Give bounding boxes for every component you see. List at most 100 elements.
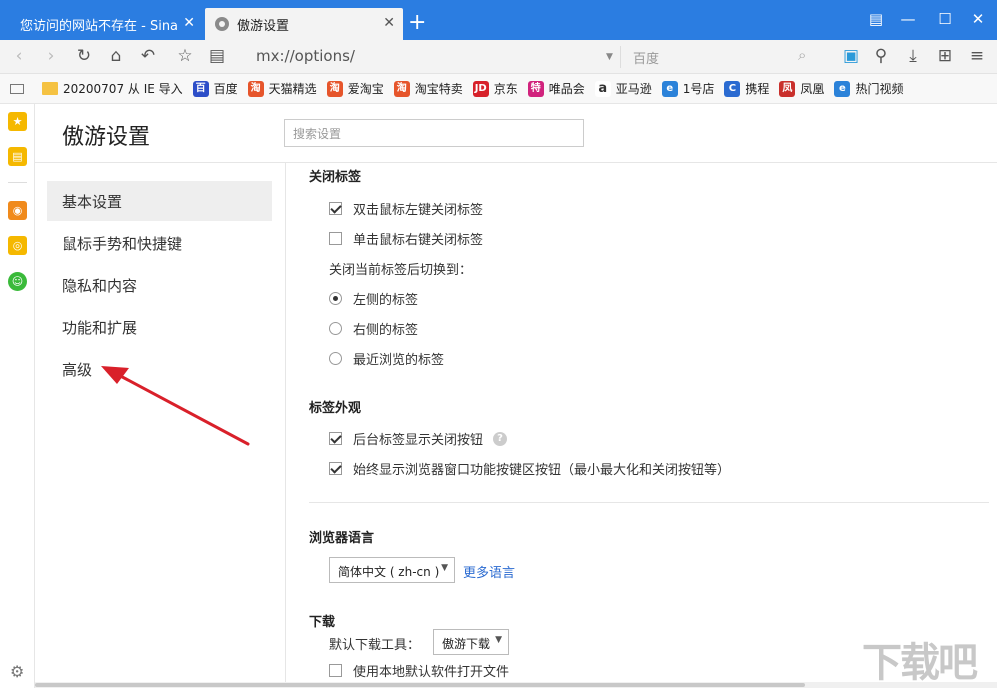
download-tool-select[interactable]: 傲游下载 ▼: [433, 629, 509, 655]
menu-item-basic[interactable]: 基本设置: [47, 181, 272, 221]
back-icon[interactable]: ‹: [8, 46, 30, 66]
bookmark-label: 凤凰: [800, 82, 825, 96]
translate-icon[interactable]: ⚲: [870, 46, 892, 66]
divider: [8, 182, 27, 183]
option-right-click-close[interactable]: 单击鼠标右键关闭标签: [329, 229, 483, 248]
tab-settings[interactable]: 傲游设置 ✕: [205, 8, 403, 40]
smiley-icon[interactable]: ☺: [8, 272, 27, 291]
menu-item-mouse-gestures[interactable]: 鼠标手势和快捷键: [47, 223, 272, 263]
scrollbar-thumb[interactable]: [35, 683, 805, 687]
address-bar[interactable]: mx://options/: [244, 44, 624, 70]
tab-sina[interactable]: 您访问的网站不存在 - Sina A ✕: [8, 8, 203, 40]
checkbox[interactable]: [329, 462, 342, 475]
bookmark-item[interactable]: 20200707 从 IE 导入: [42, 80, 183, 97]
menu-item-privacy[interactable]: 隐私和内容: [47, 265, 272, 305]
bookmark-item[interactable]: e 热门视频: [834, 80, 903, 97]
download-icon[interactable]: ⤓: [902, 46, 924, 66]
settings-gear-icon[interactable]: ⚙: [10, 662, 24, 681]
option-open-with-local[interactable]: 使用本地默认软件打开文件: [329, 661, 509, 680]
option-label: 默认下载工具：: [329, 638, 421, 653]
radio[interactable]: [329, 292, 342, 305]
option-label: 右侧的标签: [353, 323, 419, 338]
option-label: 后台标签显示关闭按钮: [353, 433, 484, 448]
tab-close-icon[interactable]: ✕: [183, 15, 195, 31]
bookmark-item[interactable]: C 携程: [724, 80, 769, 97]
favorites-icon[interactable]: ★: [8, 112, 27, 131]
notes-icon[interactable]: ▤: [206, 46, 228, 66]
undo-close-icon[interactable]: ↶: [137, 46, 159, 66]
reload-icon[interactable]: ↻: [73, 46, 95, 66]
search-input[interactable]: 百度: [620, 46, 820, 68]
home-icon[interactable]: ⌂: [105, 46, 127, 66]
menu-item-label: 隐私和内容: [62, 277, 138, 295]
rss-icon[interactable]: ◉: [8, 201, 27, 220]
apps-icon[interactable]: ⊞: [934, 46, 956, 66]
address-dropdown-icon[interactable]: ▼: [606, 52, 613, 62]
bookmark-label: 天猫精选: [268, 82, 317, 96]
chevron-down-icon: ▼: [495, 635, 502, 645]
notes-panel-icon[interactable]: ▤: [8, 147, 27, 166]
bookmark-label: 京东: [493, 82, 518, 96]
favorite-star-icon[interactable]: ☆: [174, 46, 196, 66]
bookmark-item[interactable]: a 亚马逊: [594, 80, 652, 97]
bookmark-item[interactable]: 淘淘宝特卖: [393, 80, 463, 97]
language-select[interactable]: 简体中文 ( zh-cn ) ▼: [329, 557, 455, 583]
option-label: 最近浏览的标签: [353, 353, 445, 368]
chevron-down-icon: ▼: [441, 563, 448, 573]
folder-icon: [42, 82, 58, 95]
option-always-show-window-buttons[interactable]: 始终显示浏览器窗口功能按键区按钮（最小最大化和关闭按钮等）: [329, 459, 730, 478]
menu-item-label: 基本设置: [62, 193, 123, 211]
radio[interactable]: [329, 352, 342, 365]
radio[interactable]: [329, 322, 342, 335]
annotation-arrow: [101, 366, 250, 446]
aitaobao-icon: 淘: [326, 80, 343, 97]
select-value: 简体中文 ( zh-cn ): [338, 565, 440, 579]
bookmark-item[interactable]: 淘天猫精选: [247, 80, 317, 97]
close-window-icon[interactable]: ✕: [968, 10, 988, 28]
menu-item-label: 高级: [62, 361, 93, 379]
window-menu-icon[interactable]: ▤: [866, 10, 886, 28]
checkbox[interactable]: [329, 432, 342, 445]
option-double-click-close[interactable]: 双击鼠标左键关闭标签: [329, 199, 483, 218]
search-icon[interactable]: ⌕: [798, 46, 806, 64]
bookmark-item[interactable]: 百百度: [192, 80, 238, 97]
checkbox[interactable]: [329, 232, 342, 245]
ie-icon: e: [834, 80, 851, 97]
bookmark-item[interactable]: JD 京东: [472, 80, 518, 97]
divider: [285, 163, 286, 688]
arrow-head: [101, 366, 129, 384]
checkbox[interactable]: [329, 202, 342, 215]
bookmark-label: 热门视频: [855, 82, 904, 96]
radio-left-tab[interactable]: 左侧的标签: [329, 289, 418, 308]
bookmark-item[interactable]: 凤凤凰: [779, 80, 824, 97]
select-value: 傲游下载: [442, 637, 491, 651]
sidebar-toggle-icon[interactable]: [10, 83, 24, 94]
bookmark-label: 百度: [213, 82, 238, 96]
tmall-icon: 淘: [247, 80, 264, 97]
reader-mode-icon[interactable]: ▣: [840, 46, 862, 66]
bookmark-item[interactable]: e 1号店: [661, 80, 714, 97]
menu-icon[interactable]: ≡: [966, 46, 988, 66]
tab-close-icon[interactable]: ✕: [383, 15, 395, 31]
more-languages-link[interactable]: 更多语言: [463, 562, 515, 581]
bookmark-item[interactable]: 特唯品会: [527, 80, 585, 97]
bookmark-label: 唯品会: [548, 82, 585, 96]
switch-after-close-label: 关闭当前标签后切换到：: [329, 259, 472, 278]
forward-icon[interactable]: ›: [40, 46, 62, 66]
bookmark-item[interactable]: 淘爱淘宝: [326, 80, 384, 97]
option-label: 单击鼠标右键关闭标签: [353, 233, 484, 248]
minimize-icon[interactable]: —: [898, 10, 918, 28]
option-label: 关闭当前标签后切换到：: [329, 263, 473, 278]
option-background-close-button[interactable]: 后台标签显示关闭按钮 ?: [329, 429, 508, 448]
settings-search-input[interactable]: 搜索设置: [284, 119, 584, 147]
radio-recent-tab[interactable]: 最近浏览的标签: [329, 349, 444, 368]
menu-item-label: 鼠标手势和快捷键: [62, 235, 183, 253]
help-icon[interactable]: ?: [493, 431, 508, 446]
amazon-icon: a: [594, 80, 611, 97]
maximize-icon[interactable]: ☐: [935, 10, 955, 28]
radio-right-tab[interactable]: 右侧的标签: [329, 319, 418, 338]
menu-item-features[interactable]: 功能和扩展: [47, 307, 272, 347]
checkbox[interactable]: [329, 664, 342, 677]
new-tab-icon[interactable]: +: [408, 12, 426, 34]
weibo-icon[interactable]: ◎: [8, 236, 27, 255]
